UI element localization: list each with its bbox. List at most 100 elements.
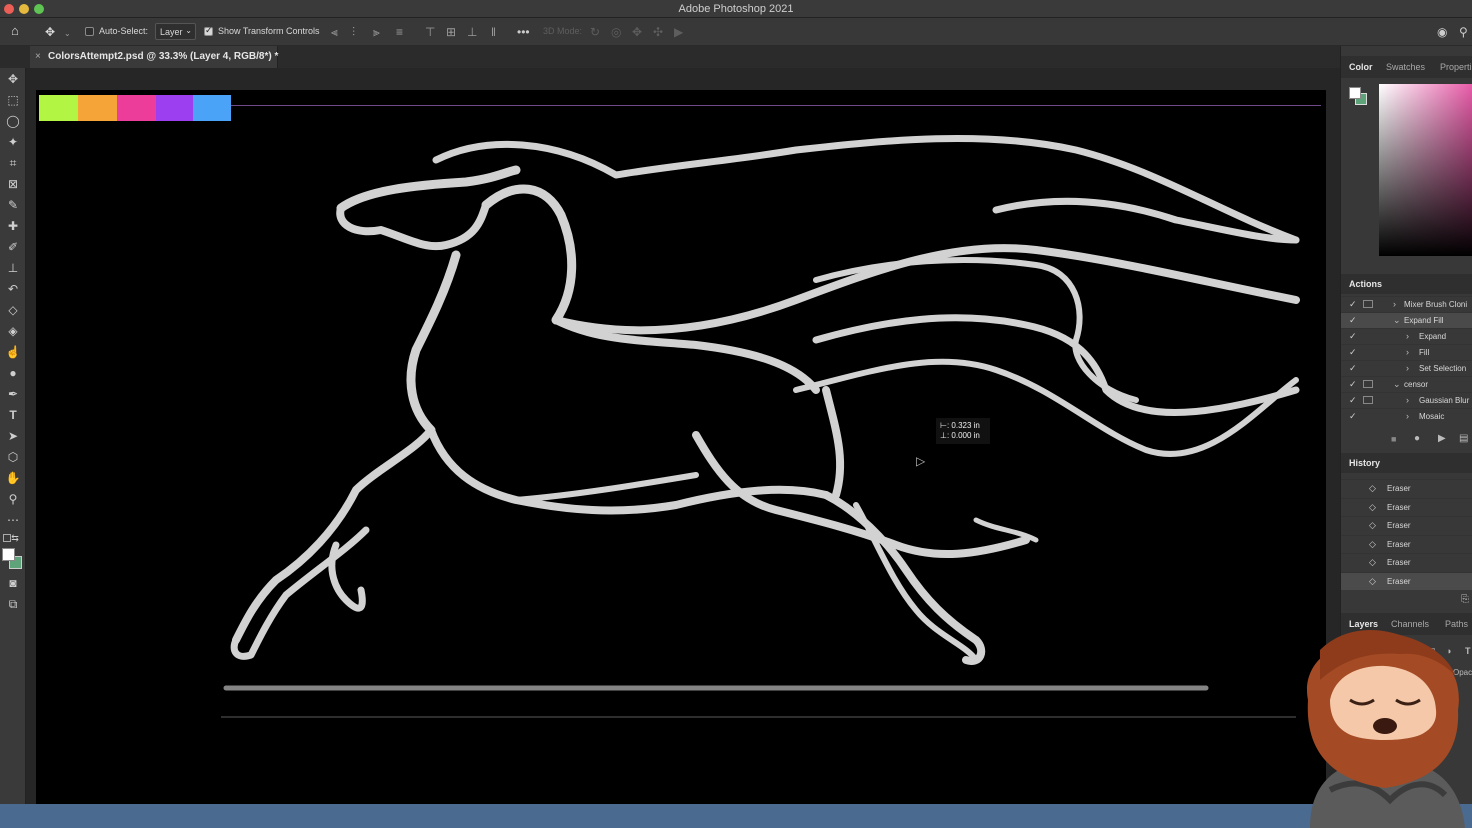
history-item[interactable]: ◇ Eraser — [1341, 497, 1472, 516]
tab-properties[interactable]: Properti — [1440, 62, 1472, 72]
check-icon[interactable]: ✓ — [1349, 347, 1357, 358]
actions-title[interactable]: Actions — [1349, 279, 1382, 289]
new-snapshot-icon[interactable]: ⎘ — [1461, 594, 1469, 605]
check-icon[interactable]: ✓ — [1349, 395, 1357, 406]
chevron-down-icon[interactable]: ⌄ — [1393, 315, 1401, 326]
3d-slide-icon[interactable]: ✣ — [653, 25, 663, 39]
marquee-tool-icon[interactable]: ⬚ — [4, 91, 22, 109]
action-item[interactable]: ✓ › Fill — [1341, 344, 1472, 360]
smudge-tool-icon[interactable]: ☝ — [4, 343, 22, 361]
dialog-toggle-icon[interactable] — [1363, 300, 1373, 308]
share-icon[interactable]: ◉ — [1437, 25, 1447, 39]
magic-wand-tool-icon[interactable]: ✦ — [4, 133, 22, 151]
document-canvas[interactable]: ⊢: 0.323 in ⊥: 0.000 in ▷ — [36, 90, 1326, 804]
align-right-icon[interactable]: ⫸ — [373, 25, 380, 39]
check-icon[interactable]: ✓ — [1349, 379, 1357, 390]
clone-stamp-tool-icon[interactable]: ⊥ — [4, 259, 22, 277]
color-picker-field[interactable] — [1379, 84, 1472, 256]
action-item[interactable]: ✓ › Mosaic — [1341, 408, 1472, 424]
screen-mode-icon[interactable]: ⧉ — [4, 595, 22, 613]
chevron-right-icon[interactable]: › — [1406, 347, 1409, 357]
auto-select-checkbox[interactable] — [85, 27, 94, 36]
auto-select-dropdown[interactable]: Layer ⌄ — [155, 23, 196, 40]
tab-paths[interactable]: Paths — [1445, 619, 1468, 629]
action-item[interactable]: ✓ › Expand — [1341, 328, 1472, 344]
chevron-right-icon[interactable]: › — [1406, 411, 1409, 421]
3d-drag-icon[interactable]: ✥ — [632, 25, 642, 39]
healing-brush-tool-icon[interactable]: ✚ — [4, 217, 22, 235]
action-item[interactable]: ✓ ⌄ censor — [1341, 376, 1472, 392]
tab-swatches[interactable]: Swatches — [1386, 62, 1425, 72]
auto-select-value: Layer — [160, 27, 183, 37]
quick-mask-icon[interactable]: ◙ — [4, 574, 22, 592]
3d-camera-icon[interactable]: ▶ — [674, 25, 683, 39]
edit-toolbar-icon[interactable]: ⋯ — [4, 511, 22, 529]
check-icon[interactable]: ✓ — [1349, 411, 1357, 422]
home-icon[interactable]: ⌂ — [11, 24, 19, 38]
type-tool-icon[interactable]: T — [4, 406, 22, 424]
chevron-right-icon[interactable]: › — [1406, 395, 1409, 405]
distribute-icon[interactable]: ≡ — [396, 25, 403, 39]
history-item[interactable]: ◇ Eraser — [1341, 479, 1472, 497]
hand-tool-icon[interactable]: ✋ — [4, 469, 22, 487]
move-tool-icon[interactable]: ✥ — [4, 70, 22, 88]
shape-tool-icon[interactable]: ⬡ — [4, 448, 22, 466]
eyedropper-tool-icon[interactable]: ✎ — [4, 196, 22, 214]
chevron-down-icon[interactable]: ⌄ — [1393, 379, 1401, 390]
action-item[interactable]: ✓ › Set Selection — [1341, 360, 1472, 376]
chevron-down-icon[interactable]: ⌄ — [64, 27, 71, 41]
check-icon[interactable]: ✓ — [1349, 299, 1357, 310]
action-item[interactable]: ✓ ⌄ Expand Fill — [1341, 312, 1472, 328]
history-title[interactable]: History — [1349, 458, 1380, 468]
eraser-tool-icon[interactable]: ◇ — [4, 301, 22, 319]
paint-bucket-tool-icon[interactable]: ◈ — [4, 322, 22, 340]
align-left-icon[interactable]: ⫷ — [331, 25, 338, 39]
swap-colors-icon[interactable]: ⇆ — [10, 529, 20, 547]
more-options-icon[interactable]: ••• — [517, 25, 530, 39]
record-icon[interactable]: ● — [1414, 433, 1420, 444]
brush-tool-icon[interactable]: ✐ — [4, 238, 22, 256]
show-transform-checkbox[interactable] — [204, 25, 213, 36]
history-item[interactable]: ◇ Eraser — [1341, 571, 1472, 590]
history-item[interactable]: ◇ Eraser — [1341, 553, 1472, 571]
lasso-tool-icon[interactable]: ◯ — [4, 112, 22, 130]
search-icon[interactable]: ⚲ — [1459, 25, 1468, 39]
panel-foreground-swatch[interactable] — [1349, 87, 1361, 99]
crop-tool-icon[interactable]: ⌗ — [4, 154, 22, 172]
tab-color[interactable]: Color — [1349, 62, 1373, 72]
move-tool-icon[interactable]: ✥ — [45, 25, 55, 39]
foreground-color-swatch[interactable] — [2, 548, 15, 561]
distribute-vertical-icon[interactable]: ‖ — [491, 25, 496, 39]
tab-layers[interactable]: Layers — [1349, 619, 1378, 629]
zoom-tool-icon[interactable]: ⚲ — [4, 490, 22, 508]
action-item[interactable]: ✓ › Gaussian Blur — [1341, 392, 1472, 408]
history-item[interactable]: ◇ Eraser — [1341, 534, 1472, 553]
align-bottom-icon[interactable]: ⊥ — [467, 25, 477, 39]
history-brush-tool-icon[interactable]: ↶ — [4, 280, 22, 298]
frame-tool-icon[interactable]: ⊠ — [4, 175, 22, 193]
dodge-tool-icon[interactable]: ● — [4, 364, 22, 382]
align-top-icon[interactable]: ⊤ — [425, 25, 435, 39]
play-icon[interactable]: ▶ — [1438, 433, 1446, 444]
align-center-h-icon[interactable]: ⫶ — [352, 25, 355, 39]
chevron-right-icon[interactable]: › — [1406, 363, 1409, 373]
document-tab[interactable]: × ColorsAttempt2.psd @ 33.3% (Layer 4, R… — [30, 46, 278, 68]
tab-channels[interactable]: Channels — [1391, 619, 1429, 629]
check-icon[interactable]: ✓ — [1349, 315, 1357, 326]
3d-orbit-icon[interactable]: ↻ — [590, 25, 600, 39]
stop-icon[interactable]: ■ — [1391, 434, 1396, 444]
action-item[interactable]: ✓ › Mixer Brush Cloni — [1341, 296, 1472, 312]
check-icon[interactable]: ✓ — [1349, 363, 1357, 374]
check-icon[interactable]: ✓ — [1349, 331, 1357, 342]
3d-roll-icon[interactable]: ◎ — [611, 25, 621, 39]
chevron-right-icon[interactable]: › — [1406, 331, 1409, 341]
chevron-right-icon[interactable]: › — [1393, 299, 1396, 309]
new-set-icon[interactable]: ▤ — [1459, 433, 1468, 444]
path-selection-tool-icon[interactable]: ➤ — [4, 427, 22, 445]
pen-tool-icon[interactable]: ✒ — [4, 385, 22, 403]
align-middle-icon[interactable]: ⊞ — [446, 25, 456, 39]
history-item[interactable]: ◇ Eraser — [1341, 516, 1472, 534]
dialog-toggle-icon[interactable] — [1363, 380, 1373, 388]
close-tab-icon[interactable]: × — [35, 51, 41, 62]
dialog-toggle-icon[interactable] — [1363, 396, 1373, 404]
